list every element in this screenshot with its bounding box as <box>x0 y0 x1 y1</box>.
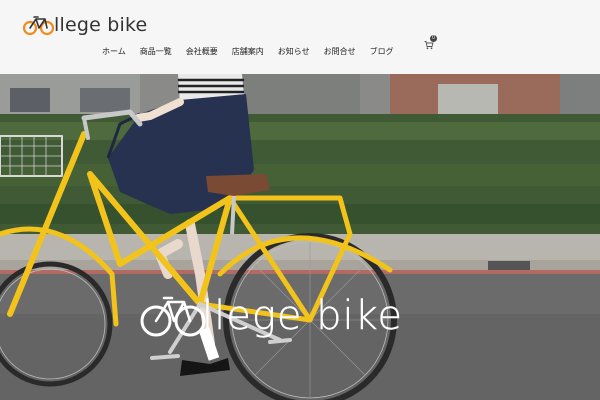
logo-text: llege bike <box>54 14 148 36</box>
nav-item-home[interactable]: ホーム <box>102 46 126 58</box>
nav-item-company[interactable]: 会社概要 <box>186 46 218 58</box>
cart-button[interactable]: 0 <box>424 35 438 50</box>
bicycle-logo-icon <box>23 16 55 36</box>
nav-item-products[interactable]: 商品一覧 <box>140 46 172 58</box>
site-header: llege bike ホーム 商品一覧 会社概要 店舗案内 お知らせ お問合せ … <box>0 0 600 74</box>
hero-photo <box>0 74 600 400</box>
hero-banner: llege bike <box>0 74 600 400</box>
hero-title-text: llege bike <box>202 293 404 339</box>
hero-logo-title: llege bike <box>140 286 403 346</box>
main-nav: ホーム 商品一覧 会社概要 店舗案内 お知らせ お問合せ ブログ <box>102 46 408 58</box>
nav-item-contact[interactable]: お問合せ <box>324 46 356 58</box>
site-logo[interactable]: llege bike <box>23 12 147 38</box>
nav-item-news[interactable]: お知らせ <box>278 46 310 58</box>
nav-item-stores[interactable]: 店舗案内 <box>232 46 264 58</box>
cart-count-badge: 0 <box>430 35 437 42</box>
nav-item-blog[interactable]: ブログ <box>370 46 394 58</box>
bicycle-logo-icon <box>140 296 206 337</box>
